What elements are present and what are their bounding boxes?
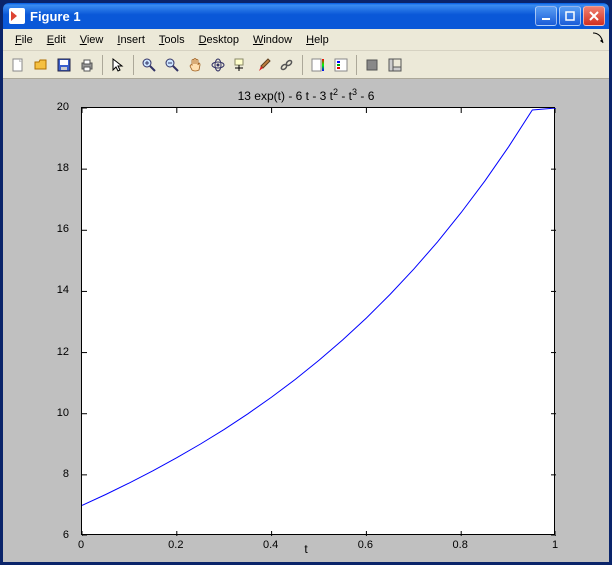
- data-cursor-button[interactable]: [230, 54, 252, 76]
- pan-hand-icon: [187, 57, 203, 73]
- link-data-button[interactable]: [276, 54, 298, 76]
- maximize-icon: [564, 10, 576, 22]
- data-cursor-icon: [233, 57, 249, 73]
- menu-help[interactable]: Help: [300, 32, 335, 48]
- titlebar[interactable]: Figure 1: [3, 3, 609, 29]
- plot-tools-off-icon: [364, 57, 380, 73]
- y-tick-label: 18: [39, 162, 69, 174]
- brush-icon: [256, 57, 272, 73]
- dock-arrow-icon[interactable]: [591, 31, 605, 45]
- window-client-area: File Edit View Insert Tools Desktop Wind…: [3, 29, 609, 562]
- menu-window[interactable]: Window: [247, 32, 298, 48]
- pan-button[interactable]: [184, 54, 206, 76]
- menu-edit[interactable]: Edit: [41, 32, 72, 48]
- plot-axes[interactable]: [81, 107, 555, 535]
- zoom-out-button[interactable]: [161, 54, 183, 76]
- plot-svg: [82, 108, 556, 536]
- y-tick-label: 10: [39, 407, 69, 419]
- app-icon: [9, 8, 25, 24]
- hide-plot-tools-button[interactable]: [361, 54, 383, 76]
- show-plot-tools-button[interactable]: [384, 54, 406, 76]
- window-frame: Figure 1 File Edit View Insert Tools Des…: [0, 0, 612, 565]
- menubar: File Edit View Insert Tools Desktop Wind…: [3, 29, 609, 51]
- chart-xlabel: t: [3, 542, 609, 556]
- insert-legend-button[interactable]: [330, 54, 352, 76]
- print-icon: [79, 57, 95, 73]
- open-button[interactable]: [30, 54, 52, 76]
- y-tick-label: 6: [39, 529, 69, 541]
- minimize-icon: [540, 10, 552, 22]
- y-tick-label: 14: [39, 284, 69, 296]
- link-icon: [279, 57, 295, 73]
- zoom-out-icon: [164, 57, 180, 73]
- zoom-in-button[interactable]: [138, 54, 160, 76]
- close-icon: [588, 10, 600, 22]
- toolbar: [3, 51, 609, 79]
- close-button[interactable]: [583, 6, 605, 26]
- plot-tools-on-icon: [387, 57, 403, 73]
- menu-tools[interactable]: Tools: [153, 32, 191, 48]
- colorbar-icon: [310, 57, 326, 73]
- y-tick-label: 16: [39, 223, 69, 235]
- insert-colorbar-button[interactable]: [307, 54, 329, 76]
- toolbar-separator: [133, 55, 134, 75]
- print-button[interactable]: [76, 54, 98, 76]
- y-tick-label: 12: [39, 346, 69, 358]
- save-icon: [56, 57, 72, 73]
- new-figure-button[interactable]: [7, 54, 29, 76]
- toolbar-separator: [302, 55, 303, 75]
- rotate-3d-button[interactable]: [207, 54, 229, 76]
- chart-title: 13 exp(t) - 6 t - 3 t2 - t3 - 6: [3, 87, 609, 103]
- menu-file[interactable]: File: [9, 32, 39, 48]
- toolbar-separator: [356, 55, 357, 75]
- maximize-button[interactable]: [559, 6, 581, 26]
- menu-desktop[interactable]: Desktop: [193, 32, 245, 48]
- new-file-icon: [10, 57, 26, 73]
- save-button[interactable]: [53, 54, 75, 76]
- window-buttons: [535, 6, 605, 26]
- toolbar-separator: [102, 55, 103, 75]
- menu-view[interactable]: View: [74, 32, 110, 48]
- brush-button[interactable]: [253, 54, 275, 76]
- arrow-cursor-icon: [110, 57, 126, 73]
- menu-insert[interactable]: Insert: [111, 32, 151, 48]
- y-tick-label: 8: [39, 468, 69, 480]
- figure-canvas[interactable]: 13 exp(t) - 6 t - 3 t2 - t3 - 6 6 8 10 12 14…: [3, 79, 609, 562]
- edit-plot-button[interactable]: [107, 54, 129, 76]
- legend-icon: [333, 57, 349, 73]
- y-tick-label: 20: [39, 101, 69, 113]
- window-title: Figure 1: [30, 9, 535, 24]
- rotate-3d-icon: [210, 57, 226, 73]
- minimize-button[interactable]: [535, 6, 557, 26]
- zoom-in-icon: [141, 57, 157, 73]
- open-folder-icon: [33, 57, 49, 73]
